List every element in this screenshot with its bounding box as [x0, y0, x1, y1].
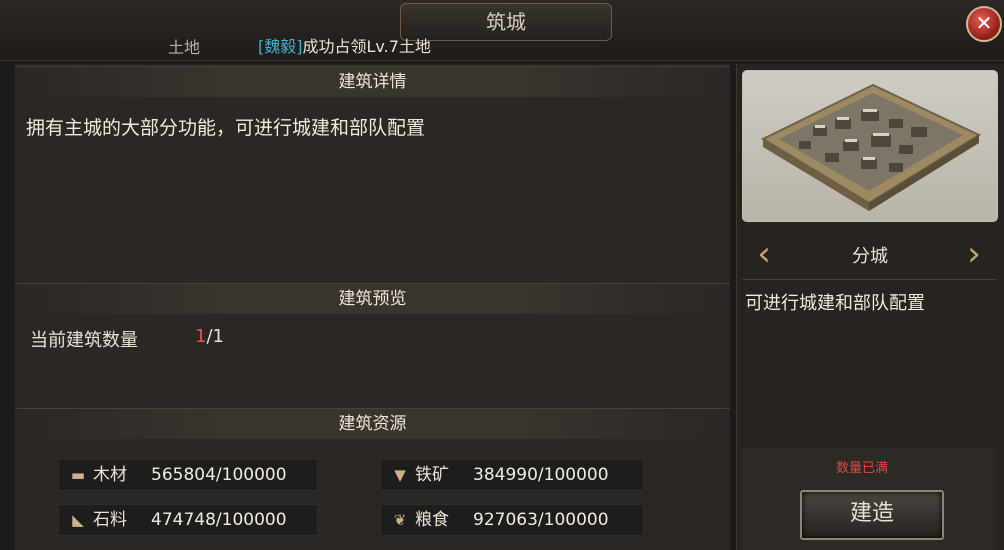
- iron-icon: ▼: [394, 466, 406, 484]
- broadcast-notice: [魏毅]成功占领Lv.7土地: [258, 33, 431, 57]
- resource-value: 474748/100000: [151, 510, 287, 530]
- resource-label: 粮食: [415, 510, 449, 530]
- resource-grain: ❦ 粮食 927063/100000: [380, 504, 644, 536]
- building-count: 1/1: [195, 326, 224, 347]
- notice-player-name[interactable]: [魏毅]: [258, 37, 303, 56]
- building-count-current: 1: [195, 326, 207, 347]
- wood-icon: ▬: [70, 466, 86, 484]
- resource-label: 木材: [93, 465, 127, 485]
- prev-building-button[interactable]: ‹: [752, 234, 776, 274]
- walled-city-illustration: [760, 83, 982, 211]
- tab-land[interactable]: 土地: [168, 34, 200, 58]
- next-building-button[interactable]: ›: [962, 234, 986, 274]
- building-description: 拥有主城的大部分功能，可进行城建和部队配置: [26, 117, 426, 139]
- divider: [742, 279, 996, 280]
- resource-stone: ◣ 石料 474748/100000: [58, 504, 318, 536]
- window-title: 筑城: [400, 3, 612, 41]
- building-count-total: /1: [206, 326, 224, 347]
- top-bar: 筑城 ✕ 土地 [魏毅]成功占领Lv.7土地: [0, 0, 1004, 61]
- building-count-label: 当前建筑数量: [30, 330, 138, 351]
- section-details-heading: 建筑详情: [15, 66, 730, 97]
- building-short-description: 可进行城建和部队配置: [745, 293, 925, 314]
- building-preview-image: [742, 70, 998, 222]
- resource-label: 铁矿: [415, 465, 449, 485]
- close-button[interactable]: ✕: [966, 6, 1002, 42]
- build-button[interactable]: 建造: [800, 490, 944, 540]
- section-resources-heading: 建筑资源: [15, 408, 730, 439]
- stone-icon: ◣: [72, 511, 84, 529]
- resource-value: 927063/100000: [473, 510, 609, 530]
- building-name: 分城: [852, 246, 888, 267]
- resource-wood: ▬ 木材 565804/100000: [58, 459, 318, 491]
- resource-value: 384990/100000: [473, 465, 609, 485]
- resource-label: 石料: [93, 510, 127, 530]
- resource-iron: ▼ 铁矿 384990/100000: [380, 459, 644, 491]
- chevron-left-icon: ‹: [757, 234, 771, 274]
- chevron-right-icon: ›: [967, 234, 981, 274]
- resource-value: 565804/100000: [151, 465, 287, 485]
- close-icon: ✕: [975, 11, 993, 35]
- grain-icon: ❦: [393, 511, 407, 529]
- quantity-full-status: 数量已满: [836, 461, 889, 476]
- section-preview-heading: 建筑预览: [15, 283, 730, 314]
- notice-text: 成功占领Lv.7土地: [302, 37, 431, 56]
